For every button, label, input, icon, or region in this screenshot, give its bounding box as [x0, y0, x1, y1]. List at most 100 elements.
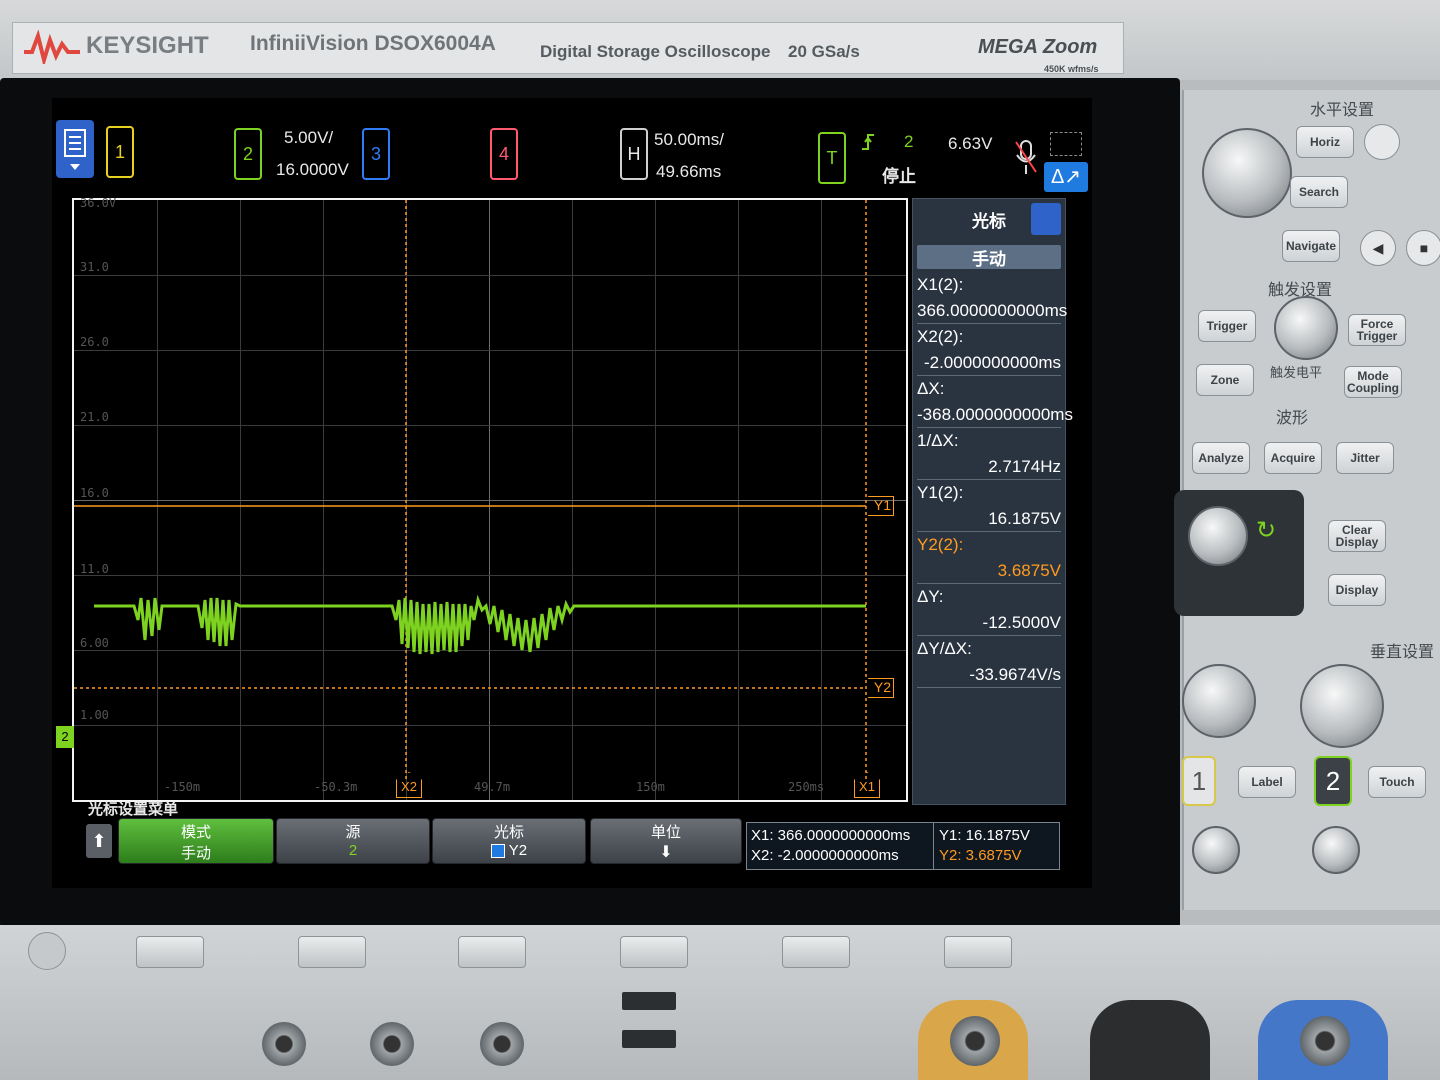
source-softkey[interactable]: 源 2	[276, 818, 430, 864]
ch1-select-button[interactable]: 1	[1182, 756, 1216, 806]
usb-port-icon	[622, 1030, 676, 1048]
navigate-stop-icon[interactable]: ■	[1406, 230, 1440, 266]
delta-y-value: -12.5000V	[917, 613, 1061, 636]
softkey-1-button[interactable]	[136, 936, 204, 968]
channel-3-button[interactable]: 3	[362, 128, 390, 180]
trigger-state: 停止	[882, 167, 916, 186]
time-scale: 50.00ms/	[654, 130, 724, 149]
zone-button[interactable]: Zone	[1196, 364, 1254, 396]
y1-value: 16.1875V	[917, 509, 1061, 532]
channel-1-button[interactable]: 1	[106, 126, 134, 178]
oscilloscope-screen[interactable]: 1 2 5.00V/ 16.0000V 3 4 H 50.00ms/ 49.66…	[52, 98, 1092, 888]
horizontal-scale-knob[interactable]	[1202, 128, 1292, 218]
ch1-scale-knob[interactable]	[1182, 664, 1256, 738]
zoom-search-icon[interactable]	[1364, 124, 1400, 160]
home-icon[interactable]	[28, 932, 66, 970]
trigger-level-label: 触发电平	[1270, 365, 1323, 380]
delta-y-over-delta-x-label: ΔY/ΔX:	[917, 639, 972, 658]
jitter-button[interactable]: Jitter	[1336, 442, 1394, 474]
x1-label: X1(2):	[917, 275, 964, 294]
ch2-scale-knob[interactable]	[1300, 664, 1384, 748]
bnc-connector-2	[370, 1022, 414, 1066]
usb-port-icon	[622, 992, 676, 1010]
front-panel: 水平设置 Horiz Search Navigate ◀ ■ 触发设置 Trig…	[1174, 90, 1440, 910]
trigger-menu-button[interactable]: Trigger	[1198, 310, 1256, 342]
search-button[interactable]: Search	[1290, 176, 1348, 208]
softkey-6-button[interactable]	[944, 936, 1012, 968]
mode-coupling-button[interactable]: Mode Coupling	[1344, 366, 1402, 398]
waveform-section-label: 波形	[1276, 410, 1309, 427]
softkey-3-button[interactable]	[458, 936, 526, 968]
checkbox-icon	[490, 844, 505, 859]
readout-x1: X1: 366.0000000000ms	[751, 827, 911, 844]
status-bar: 1 2 5.00V/ 16.0000V 3 4 H 50.00ms/ 49.66…	[52, 98, 1092, 198]
cursors-softkey-value: Y2	[508, 842, 528, 859]
y1-label: Y1(2):	[917, 483, 964, 502]
cursors-softkey[interactable]: 光标 Y2	[432, 818, 586, 864]
trigger-level-knob[interactable]	[1274, 296, 1338, 360]
horizontal-button[interactable]: H	[620, 128, 648, 180]
ch2-offset: 16.0000V	[276, 160, 349, 179]
bnc-connector-3	[480, 1022, 524, 1066]
waveform-trace	[74, 200, 867, 780]
label-button[interactable]: Label	[1238, 766, 1296, 798]
sample-rate: 20 GSa/s	[788, 42, 860, 61]
softkey-2-button[interactable]	[298, 936, 366, 968]
brand-name: KEYSIGHT	[86, 32, 209, 59]
ch2-ground-marker[interactable]: 2	[56, 726, 74, 748]
x1-value: 366.0000000000ms	[917, 301, 1067, 324]
entry-knob[interactable]	[1188, 506, 1248, 566]
navigate-back-icon[interactable]: ◀	[1360, 230, 1396, 266]
force-trigger-button[interactable]: Force Trigger	[1348, 314, 1406, 346]
vertical-section-label: 垂直设置	[1370, 644, 1435, 661]
bnc-connector-1	[262, 1022, 306, 1066]
clear-display-button[interactable]: Clear Display	[1328, 520, 1386, 552]
main-menu-icon[interactable]	[56, 120, 94, 178]
screen-frame: 1 2 5.00V/ 16.0000V 3 4 H 50.00ms/ 49.66…	[0, 78, 1180, 928]
trigger-edge-icon	[862, 134, 874, 150]
units-softkey[interactable]: 单位 ⬇	[590, 818, 742, 864]
time-delay: 49.66ms	[656, 162, 722, 181]
panel-menu-icon[interactable]	[1031, 203, 1061, 235]
trigger-source: 2	[904, 132, 914, 151]
units-softkey-title: 单位	[650, 824, 681, 841]
microphone-icon[interactable]	[1014, 138, 1038, 178]
inverse-delta-x-value: 2.7174Hz	[917, 457, 1061, 480]
trigger-button[interactable]: T	[818, 132, 846, 184]
softkey-menu-title: 光标设置菜单	[88, 801, 179, 818]
channel-4-button[interactable]: 4	[490, 128, 518, 180]
selection-box-icon[interactable]	[1050, 132, 1082, 156]
megazoom-sub: 450K wfms/s	[1044, 64, 1099, 74]
ch1-position-knob[interactable]	[1192, 826, 1240, 874]
touch-button[interactable]: Touch	[1368, 766, 1426, 798]
touch-cursor-icon[interactable]: Δ↗	[1044, 162, 1088, 192]
delta-y-label: ΔY:	[917, 587, 944, 606]
model-description: Digital Storage Oscilloscope	[540, 42, 771, 61]
channel-2-button[interactable]: 2	[234, 128, 262, 180]
back-arrow-button[interactable]: ⬆	[86, 824, 112, 858]
readout-y1: Y1: 16.1875V	[939, 827, 1030, 844]
waveform-graticule[interactable]: 36.0V 31.0 26.0 21.0 16.0 11.0 6.00 1.00…	[56, 196, 908, 802]
y2-label: Y2(2):	[917, 535, 964, 554]
softkey-4-button[interactable]	[620, 936, 688, 968]
analyze-button[interactable]: Analyze	[1192, 442, 1250, 474]
softkey-5-button[interactable]	[782, 936, 850, 968]
x2-label: X2(2):	[917, 327, 964, 346]
megazoom-logo: MEGA Zoom	[978, 36, 1098, 58]
source-softkey-title: 源	[345, 824, 361, 841]
cursor-panel[interactable]: 光标 手动 X1(2): 366.0000000000ms X2(2): -2.…	[912, 198, 1073, 805]
keysight-logo-icon	[24, 30, 80, 64]
trigger-level: 6.63V	[948, 134, 993, 153]
horiz-button[interactable]: Horiz	[1296, 126, 1354, 158]
acquire-button[interactable]: Acquire	[1264, 442, 1322, 474]
mode-softkey[interactable]: 模式 手动	[118, 818, 274, 864]
delta-x-value: -368.0000000000ms	[917, 405, 1073, 428]
ch2-position-knob[interactable]	[1312, 826, 1360, 874]
display-button[interactable]: Display	[1328, 574, 1386, 606]
cursors-softkey-value-row: Y2	[433, 842, 585, 859]
ch2-select-button[interactable]: 2	[1314, 756, 1352, 806]
delta-y-over-delta-x-value: -33.9674V/s	[917, 665, 1061, 688]
navigate-button[interactable]: Navigate	[1282, 230, 1340, 262]
cursors-softkey-title: 光标	[493, 824, 524, 841]
channel-3-bnc	[1300, 1016, 1350, 1066]
